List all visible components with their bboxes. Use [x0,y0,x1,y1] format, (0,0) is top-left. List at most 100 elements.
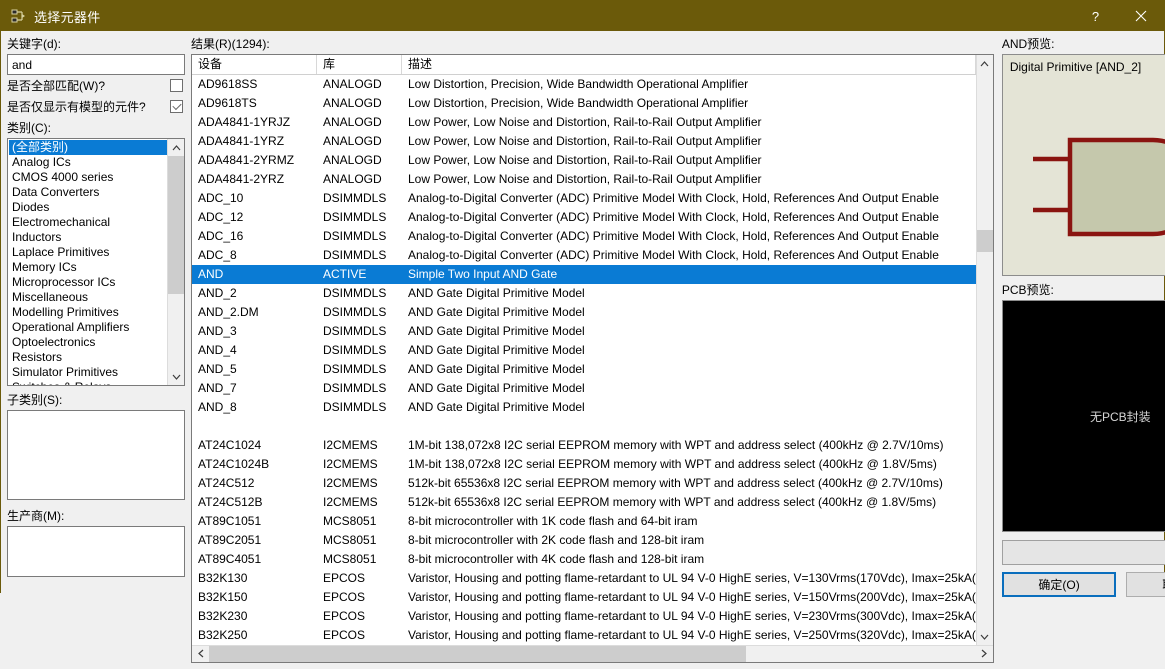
table-row[interactable]: AT89C2051 MCS8051 8-bit microcontroller wi… [192,531,976,550]
cell-library [317,417,402,436]
category-item[interactable]: Data Converters [9,185,167,200]
category-scroll-up-icon[interactable] [168,139,184,156]
table-row[interactable]: AND_4 DSIMMDLS AND Gate Digital Primitive … [192,341,976,360]
category-scrollbar[interactable] [167,139,184,385]
table-row[interactable]: ADA4841-1YRZ ANALOGD Low Power, Low Noise … [192,132,976,151]
table-row[interactable]: B32K150 EPCOS Varistor, Housing and pottin… [192,588,976,607]
cell-library: EPCOS [323,590,366,604]
table-row[interactable]: AD9618TS ANALOGD Low Distortion, Precision… [192,94,976,113]
table-row[interactable]: B32K250 EPCOS Varistor, Housing and pottin… [192,626,976,645]
results-scroll-left-icon[interactable] [192,649,209,660]
results-hscroll-thumb[interactable] [209,645,746,662]
category-item[interactable]: Resistors [9,350,167,365]
table-row[interactable]: AND_2.DM DSIMMDLS AND Gate Digital Primiti… [192,303,976,322]
only-modeled-checkbox[interactable] [170,100,183,113]
cell-description: 8-bit microcontroller with 2K code flash… [408,533,705,547]
table-row[interactable] [192,417,976,436]
table-row[interactable]: ADA4841-1YRJZ ANALOGD Low Power, Low Noise… [192,113,976,132]
category-scroll-down-icon[interactable] [168,368,184,385]
cell-description: Varistor, Housing and potting flame-reta… [408,571,976,585]
ok-button[interactable]: 确定(O) [1001,572,1117,597]
table-row[interactable]: AD9618SS ANALOGD Low Distortion, Precision… [192,75,976,94]
category-item[interactable]: CMOS 4000 series [9,170,167,185]
category-scroll-thumb[interactable] [168,156,184,294]
category-item[interactable]: Analog ICs [9,155,167,170]
category-item[interactable]: Switches & Relays [9,380,167,385]
table-row[interactable]: ADA4841-2YRMZ ANALOGD Low Power, Low Noise… [192,151,976,170]
cell-library: DSIMMDLS [323,191,387,205]
only-modeled-row[interactable]: 是否仅显示有模型的元件? [7,96,185,117]
match-all-label: 是否全部匹配(W)? [7,79,105,93]
table-row[interactable]: B32K230 EPCOS Varistor, Housing and pottin… [192,607,976,626]
cell-device: AND_2 [198,286,237,300]
results-scroll-right-icon[interactable] [976,649,993,660]
results-label: 结果(R)(1294): [191,37,270,51]
only-modeled-label: 是否仅显示有模型的元件? [7,100,146,114]
table-row[interactable]: AT24C512B I2CMEMS 512k-bit 65536x8 I2C ser… [192,493,976,512]
results-hscroll-track[interactable] [209,645,976,662]
results-horizontal-scrollbar[interactable] [192,645,993,662]
results-vertical-scrollbar[interactable] [975,55,993,645]
category-item[interactable]: Inductors [9,230,167,245]
column-header-device[interactable]: 设备 [192,55,317,74]
table-row[interactable]: AT89C4051 MCS8051 8-bit microcontroller wi… [192,550,976,569]
cancel-button[interactable]: 取消(C) [1126,572,1165,597]
subcategory-listbox[interactable] [7,410,185,500]
category-item[interactable]: Diodes [9,200,167,215]
cell-description: AND Gate Digital Primitive Model [408,362,585,376]
category-item[interactable]: Modelling Primitives [9,305,167,320]
cell-library: EPCOS [323,571,366,585]
category-item[interactable]: (全部类别) [9,140,167,155]
cell-device: AND [198,267,224,281]
keyword-input[interactable]: and [7,54,185,75]
cell-device: AND_7 [198,381,237,395]
category-item[interactable]: Operational Amplifiers [9,320,167,335]
category-item[interactable]: Laplace Primitives [9,245,167,260]
cell-device: AND_4 [198,343,237,357]
results-scroll-track[interactable] [976,72,993,628]
category-item[interactable]: Electromechanical [9,215,167,230]
table-row[interactable]: AND_5 DSIMMDLS AND Gate Digital Primitive … [192,360,976,379]
table-row[interactable]: AT89C1051 MCS8051 8-bit microcontroller wi… [192,512,976,531]
column-header-description[interactable]: 描述 [402,55,976,74]
results-scroll-thumb[interactable] [976,230,993,252]
table-row[interactable]: AND ACTIVE Simple Two Input AND Gate [192,265,976,284]
results-scroll-up-icon[interactable] [976,55,993,72]
cell-library: I2CMEMS [323,476,378,490]
column-header-library[interactable]: 库 [317,55,402,74]
table-row[interactable]: AND_3 DSIMMDLS AND Gate Digital Primitive … [192,322,976,341]
table-row[interactable]: AT24C512 I2CMEMS 512k-bit 65536x8 I2C seri… [192,474,976,493]
close-button[interactable] [1118,1,1164,31]
table-row[interactable]: AT24C1024 I2CMEMS 1M-bit 138,072x8 I2C ser… [192,436,976,455]
pcb-empty-message: 无PCB封装 [1090,409,1151,424]
category-item[interactable]: Simulator Primitives [9,365,167,380]
results-scroll-down-icon[interactable] [976,628,993,645]
table-row[interactable]: ADA4841-2YRZ ANALOGD Low Power, Low Noise … [192,170,976,189]
table-row[interactable]: AND_8 DSIMMDLS AND Gate Digital Primitive … [192,398,976,417]
title-bar: 选择元器件 ? [1,1,1164,31]
table-row[interactable]: AND_7 DSIMMDLS AND Gate Digital Primitive … [192,379,976,398]
category-item[interactable]: Optoelectronics [9,335,167,350]
package-combobox[interactable] [1001,540,1165,565]
table-row[interactable]: AND_2 DSIMMDLS AND Gate Digital Primitive … [192,284,976,303]
category-listbox[interactable]: (全部类别) Analog ICs CMOS 4000 series Data Con… [7,138,185,386]
cell-description: AND Gate Digital Primitive Model [408,286,585,300]
cell-device: AT89C2051 [198,533,262,547]
results-rows: AD9618SS ANALOGD Low Distortion, Precision… [192,75,976,645]
manufacturer-listbox[interactable] [7,526,185,577]
table-row[interactable]: ADC_10 DSIMMDLS Analog-to-Digital Converte… [192,189,976,208]
cell-library: ANALOGD [323,134,382,148]
table-row[interactable]: ADC_8 DSIMMDLS Analog-to-Digital Converter… [192,246,976,265]
results-grid[interactable]: 设备 库 描述 AD9618SS ANALOGD Low Distortion, P… [191,54,994,663]
table-row[interactable]: ADC_16 DSIMMDLS Analog-to-Digital Converte… [192,227,976,246]
table-row[interactable]: AT24C1024B I2CMEMS 1M-bit 138,072x8 I2C se… [192,455,976,474]
category-item[interactable]: Microprocessor ICs [9,275,167,290]
table-row[interactable]: ADC_12 DSIMMDLS Analog-to-Digital Converte… [192,208,976,227]
category-item[interactable]: Memory ICs [9,260,167,275]
category-item[interactable]: Miscellaneous [9,290,167,305]
help-button[interactable]: ? [1073,1,1118,31]
table-row[interactable]: B32K130 EPCOS Varistor, Housing and pottin… [192,569,976,588]
match-all-row[interactable]: 是否全部匹配(W)? [7,75,185,96]
match-all-checkbox[interactable] [170,79,183,92]
category-scroll-track[interactable] [168,156,184,368]
